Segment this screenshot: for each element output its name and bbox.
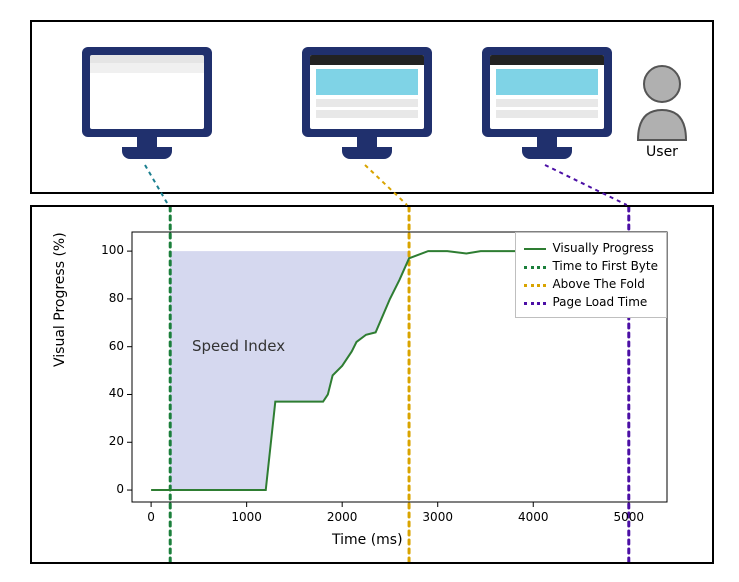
x-tick: 5000 [609,510,649,524]
legend-item: Visually Progress [524,239,658,257]
legend-item: Time to First Byte [524,257,658,275]
legend-label: Time to First Byte [552,259,658,273]
top-panel: User [30,20,714,194]
legend-label: Visually Progress [552,241,653,255]
chart-panel: Visual Progress (%) Time (ms) Speed Inde… [30,205,714,564]
user-label: User [627,144,697,160]
monitor-above-fold [302,47,432,167]
monitor-page-load [482,47,612,167]
y-tick: 80 [94,291,124,305]
x-axis-label: Time (ms) [332,532,403,548]
y-tick: 40 [94,386,124,400]
speed-index-annotation: Speed Index [192,337,285,355]
y-axis-label: Visual Progress (%) [52,232,68,367]
y-tick: 20 [94,434,124,448]
x-tick: 3000 [418,510,458,524]
y-tick: 100 [94,243,124,257]
legend-item: Above The Fold [524,275,658,293]
chart-legend: Visually Progress Time to First Byte Abo… [515,232,667,318]
x-tick: 2000 [322,510,362,524]
chart: Visual Progress (%) Time (ms) Speed Inde… [32,207,712,562]
legend-label: Page Load Time [552,295,647,309]
x-tick: 4000 [513,510,553,524]
legend-label: Above The Fold [552,277,644,291]
y-tick: 60 [94,339,124,353]
monitor-ttfb [82,47,212,167]
x-tick: 1000 [227,510,267,524]
x-tick: 0 [131,510,171,524]
y-tick: 0 [94,482,124,496]
user-icon [632,62,692,142]
legend-item: Page Load Time [524,293,658,311]
user-figure: User [627,62,697,160]
